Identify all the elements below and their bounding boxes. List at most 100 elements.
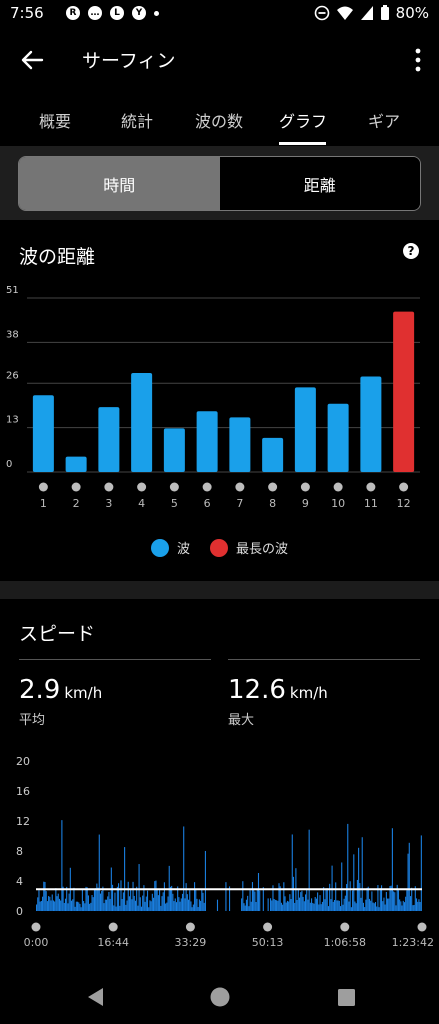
- tab-bar: 概要 統計 波の数 グラフ ギア: [0, 100, 439, 146]
- speed-bar: [349, 881, 351, 911]
- speed-bar: [379, 888, 381, 911]
- speed-bar: [183, 826, 185, 911]
- speed-bar: [314, 896, 316, 911]
- speed-bar: [383, 897, 385, 911]
- speed-bar: [341, 862, 343, 911]
- speed-bar: [253, 889, 255, 911]
- max-speed-number: 12.6: [228, 675, 286, 705]
- speed-bar: [137, 905, 139, 911]
- x-tick-dot: [31, 922, 41, 932]
- speed-bar: [134, 900, 137, 911]
- speed-bar: [46, 901, 48, 911]
- speed-bar: [245, 899, 247, 911]
- speed-bar: [155, 880, 157, 911]
- speed-bar: [115, 906, 117, 911]
- speed-bar: [153, 897, 155, 911]
- more-notifications-icon: [154, 10, 159, 16]
- speed-bar: [324, 899, 326, 911]
- speed-bar: [42, 896, 44, 911]
- status-bar: 7:56 R … L Y 80%: [0, 0, 439, 28]
- speed-bar: [200, 900, 202, 911]
- speed-bar: [284, 896, 286, 911]
- speed-bar: [409, 896, 412, 911]
- speed-bar: [86, 887, 88, 911]
- x-tick-label: 5: [171, 497, 178, 510]
- segment-distance-button[interactable]: 距離: [219, 157, 420, 210]
- speed-bar: [50, 900, 52, 911]
- x-tick-dot: [268, 482, 278, 492]
- signal-icon: [360, 6, 373, 20]
- speed-bar: [391, 828, 393, 911]
- speed-bar: [271, 900, 273, 911]
- speed-bar: [323, 887, 325, 911]
- avg-speed-label: 平均: [19, 713, 46, 728]
- speed-bar: [197, 907, 199, 911]
- speed-bar: [149, 900, 151, 911]
- speed-bar: [139, 897, 141, 911]
- wave-distance-section: 波の距離 ? 0 13 26 38 51 1 2 3 4 5 6 7 8 9 10 11 12 波 最長の波: [0, 220, 439, 581]
- x-tick-dot: [263, 922, 273, 932]
- nav-recents-icon[interactable]: [338, 989, 355, 1006]
- speed-bar: [102, 886, 104, 911]
- speed-bar: [216, 899, 219, 911]
- wifi-icon: [336, 6, 353, 20]
- speed-bar: [52, 900, 54, 911]
- speed-bar: [321, 901, 323, 911]
- y-tick-label: 13: [6, 415, 19, 426]
- speed-bar: [190, 901, 192, 911]
- tab-overview[interactable]: 概要: [39, 108, 71, 132]
- speed-bar: [360, 897, 362, 911]
- back-arrow-icon[interactable]: [18, 46, 46, 74]
- speed-bar: [159, 890, 161, 911]
- speed-bar: [350, 907, 352, 911]
- speed-bar: [371, 891, 373, 911]
- max-speed-unit: km/h: [289, 684, 328, 702]
- y-tick-label: 26: [6, 370, 19, 381]
- speed-bar: [327, 906, 330, 911]
- speed-bar: [318, 904, 320, 911]
- speed-bar: [300, 892, 302, 911]
- segment-time-button[interactable]: 時間: [19, 157, 220, 210]
- x-tick-dot: [417, 922, 427, 932]
- speed-bar: [251, 882, 254, 911]
- speed-bar: [127, 881, 129, 911]
- speed-bar: [121, 899, 123, 911]
- speed-bar: [338, 900, 340, 911]
- speed-bar: [60, 900, 62, 911]
- speed-bar: [333, 900, 336, 911]
- speed-bar: [307, 899, 309, 911]
- segment-container: 時間 距離: [0, 146, 439, 220]
- speed-bar: [75, 901, 77, 911]
- speed-bar: [45, 891, 47, 911]
- x-tick-dot: [71, 482, 81, 492]
- speed-bar: [319, 895, 321, 911]
- speed-bar: [362, 902, 364, 911]
- nav-home-icon[interactable]: [210, 987, 230, 1007]
- tab-stats[interactable]: 統計: [121, 108, 153, 132]
- speed-bar: [67, 903, 69, 911]
- speed-bar: [312, 902, 314, 911]
- speed-bar: [382, 901, 384, 911]
- speed-bar: [399, 899, 401, 911]
- tab-graph[interactable]: グラフ: [279, 108, 327, 132]
- stat-divider-avg: [19, 659, 211, 660]
- speed-bar: [101, 891, 103, 911]
- speed-bar: [317, 892, 319, 911]
- speed-bar: [280, 902, 282, 911]
- speed-bar: [109, 898, 111, 911]
- speed-bar: [162, 892, 164, 911]
- more-vert-icon[interactable]: [415, 48, 421, 72]
- x-tick-dot: [366, 482, 376, 492]
- speed-bar: [373, 903, 375, 911]
- dnd-icon: [314, 5, 329, 21]
- speed-bar: [108, 891, 110, 911]
- tab-gear[interactable]: ギア: [368, 108, 400, 132]
- x-tick-dot: [235, 482, 245, 492]
- tab-wave-count[interactable]: 波の数: [195, 108, 243, 132]
- chat-icon: …: [88, 6, 102, 20]
- speed-bar: [61, 820, 63, 911]
- nav-back-icon[interactable]: [86, 987, 104, 1007]
- legend-item-longest: 最長の波: [210, 538, 288, 557]
- speed-bar: [372, 902, 374, 911]
- speed-series: [36, 820, 422, 911]
